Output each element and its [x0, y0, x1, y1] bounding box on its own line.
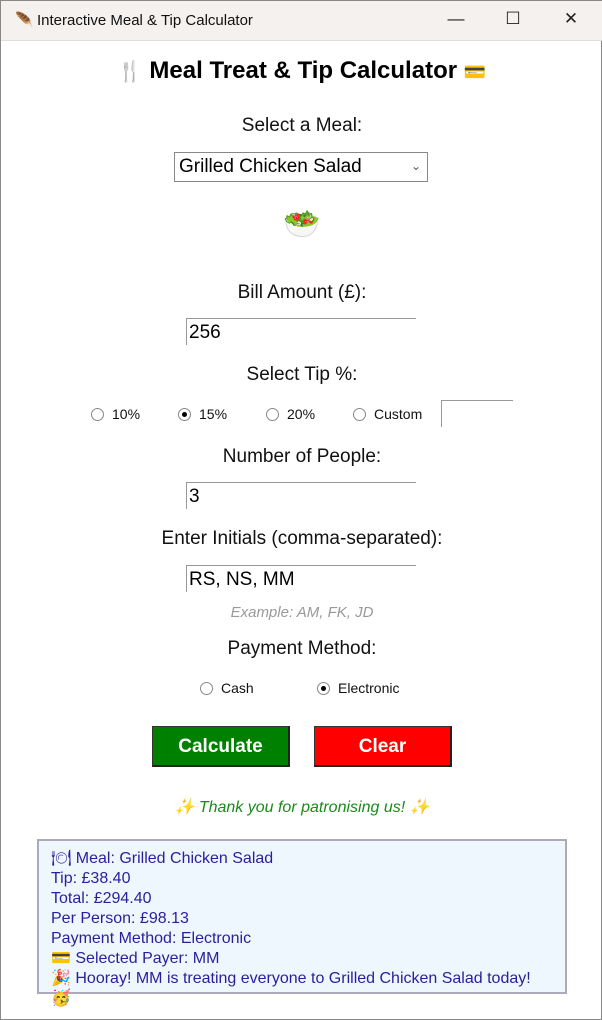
chevron-down-icon: ⌄	[410, 159, 421, 173]
tip-radio-15[interactable]: 15%	[178, 406, 227, 422]
people-input[interactable]: 3	[186, 482, 416, 509]
result-treat-message: 🎉 Hooray! MM is treating everyone to Gri…	[51, 970, 531, 1007]
page-title: 🍴 Meal Treat & Tip Calculator 💳	[1, 57, 602, 85]
result-meal: 🍽 Meal: Grilled Chicken Salad	[51, 850, 274, 867]
result-payment-method: Payment Method: Electronic	[51, 930, 252, 947]
initials-example: Example: AM, FK, JD	[230, 604, 374, 621]
fork-knife-icon: 🍴	[117, 61, 143, 83]
salad-icon: 🥗	[283, 208, 321, 241]
payment-label: Payment Method:	[227, 638, 377, 659]
custom-tip-input[interactable]	[441, 400, 513, 427]
maximize-button[interactable]: ☐	[498, 9, 528, 29]
result-per-person: Per Person: £98.13	[51, 910, 189, 927]
clear-button[interactable]: Clear	[314, 726, 452, 767]
tip-radio-10[interactable]: 10%	[91, 406, 140, 422]
meal-label: Select a Meal:	[241, 115, 363, 136]
meal-select-value: Grilled Chicken Salad	[179, 156, 362, 177]
result-panel: 🍽 Meal: Grilled Chicken Salad Tip: £38.4…	[37, 839, 567, 1007]
meal-select[interactable]: Grilled Chicken Salad ⌄	[174, 152, 428, 182]
window-title: Interactive Meal & Tip Calculator	[37, 12, 253, 29]
initials-label: Enter Initials (comma-separated):	[161, 528, 443, 549]
calculate-button[interactable]: Calculate	[152, 726, 290, 767]
payment-radio-cash[interactable]: Cash	[200, 680, 254, 696]
tip-radio-20[interactable]: 20%	[266, 406, 315, 422]
feather-icon: 🪶	[15, 12, 34, 29]
close-button[interactable]: ✕	[556, 9, 586, 29]
credit-card-icon: 💳	[463, 62, 487, 82]
title-bar: 🪶 Interactive Meal & Tip Calculator — ☐ …	[1, 1, 602, 41]
bill-input[interactable]: 256	[186, 318, 416, 345]
people-label: Number of People:	[222, 446, 382, 467]
result-tip: Tip: £38.40	[51, 870, 131, 887]
result-payer: 💳 Selected Payer: MM	[51, 950, 220, 967]
tip-label: Select Tip %:	[246, 364, 358, 385]
page-title-text: Meal Treat & Tip Calculator	[149, 57, 458, 84]
payment-radio-electronic[interactable]: Electronic	[317, 680, 399, 696]
bill-label: Bill Amount (£):	[237, 282, 367, 303]
tip-radio-custom[interactable]: Custom	[353, 406, 422, 422]
initials-input[interactable]: RS, NS, MM	[186, 565, 416, 592]
thank-you-message: ✨ Thank you for patronising us! ✨	[174, 799, 430, 816]
result-total: Total: £294.40	[51, 890, 152, 907]
minimize-button[interactable]: —	[441, 9, 471, 29]
